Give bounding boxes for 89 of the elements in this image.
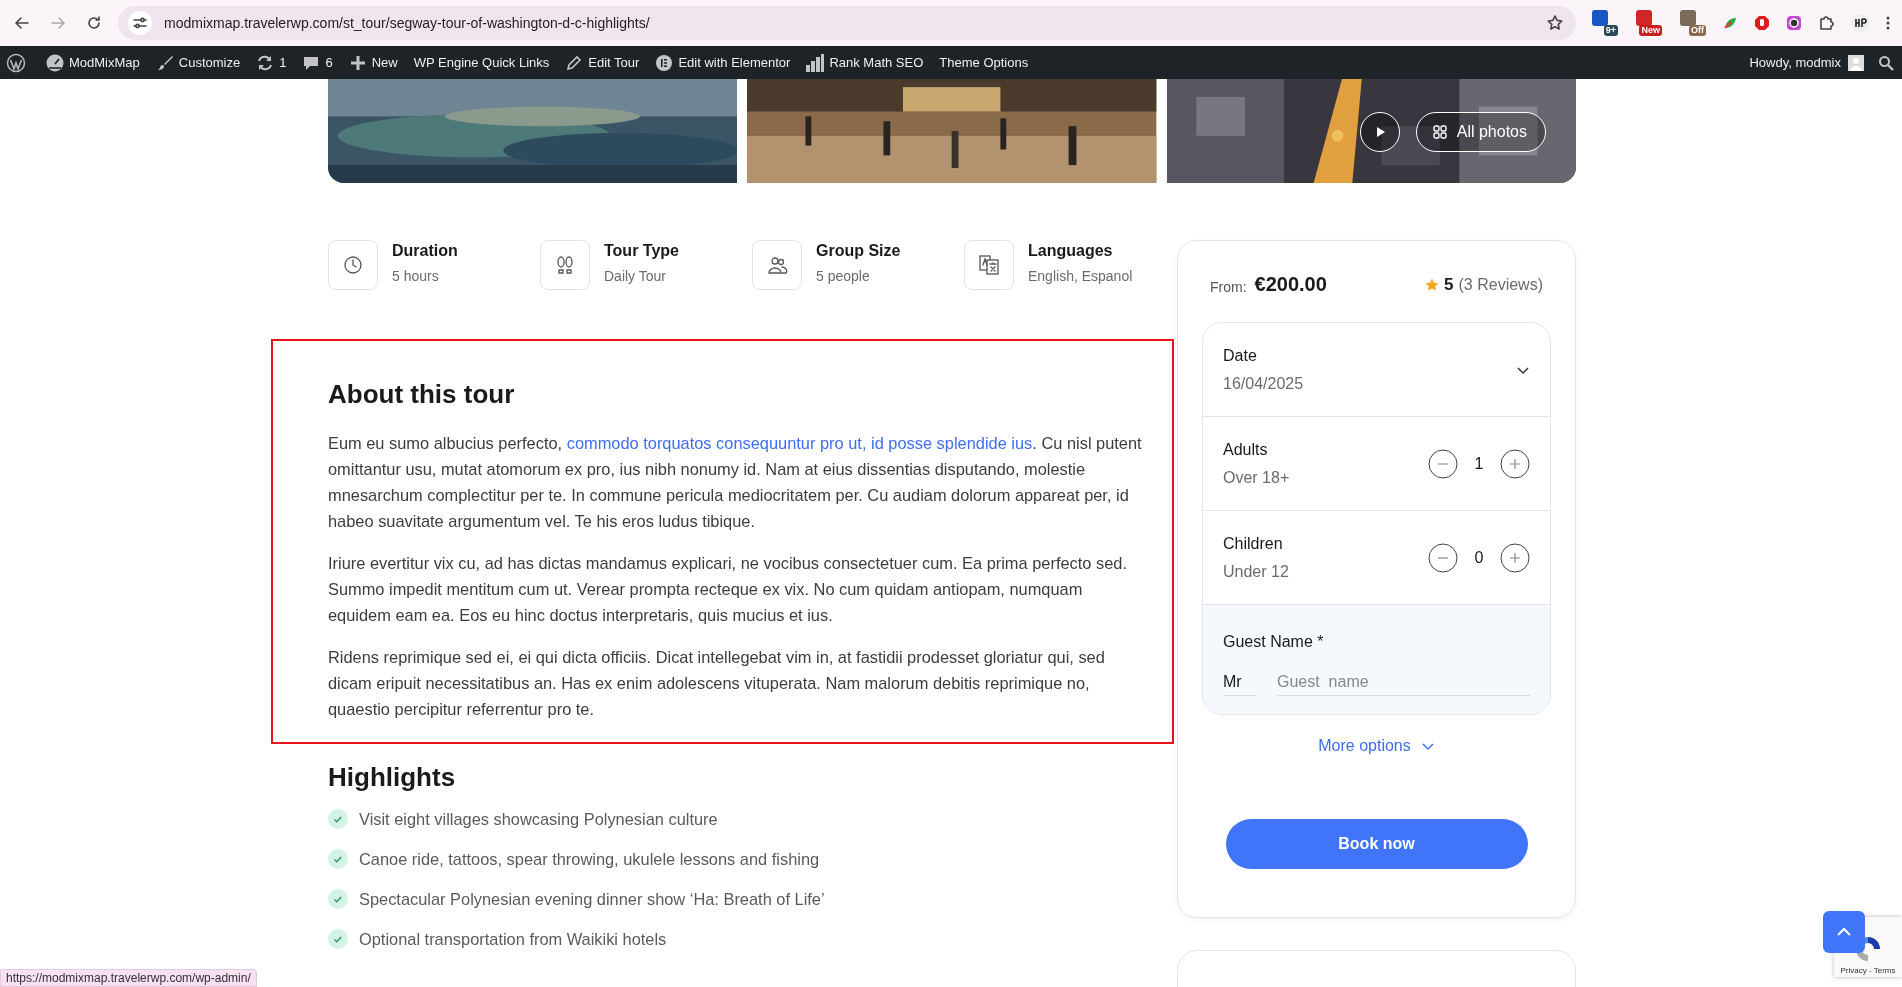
- name-input[interactable]: Guest name: [1277, 673, 1530, 696]
- clock-icon: [342, 254, 364, 276]
- highlight-text: Canoe ride, tattoos, spear throwing, ukulele lessons and fishing: [359, 849, 820, 869]
- highlight-text: Spectacular Polynesian evening dinner show ‘Ha: Breath of Life’: [359, 889, 825, 909]
- title-select[interactable]: Mr: [1223, 673, 1257, 696]
- section-heading: Highlights: [328, 762, 457, 793]
- count-value: 1: [1474, 454, 1484, 473]
- search-icon[interactable]: [1878, 54, 1894, 71]
- fact-value: English, Espanol: [1028, 268, 1133, 284]
- plus-icon: [348, 53, 367, 72]
- reload-icon[interactable]: [86, 15, 102, 31]
- url-text: modmixmap.travelerwp.com/st_tour/segway-tour-of-washington-d-c-highlights/: [164, 15, 651, 31]
- profile-icon[interactable]: [1850, 13, 1870, 33]
- extension-button[interactable]: 9+: [1590, 10, 1618, 36]
- check-icon: [328, 849, 348, 869]
- admin-bar-link[interactable]: 6: [294, 46, 341, 79]
- admin-bar-link[interactable]: New: [340, 46, 406, 79]
- admin-bar-link[interactable]: Customize: [147, 46, 249, 79]
- field-label: Children: [1223, 534, 1284, 553]
- check-icon: [328, 809, 348, 829]
- fact-value: 5 hours: [392, 268, 440, 284]
- bookmark-star-icon[interactable]: [1546, 14, 1564, 32]
- people-icon: [766, 254, 788, 276]
- book-now-button[interactable]: Book now: [1225, 819, 1528, 869]
- extension-button[interactable]: New: [1634, 10, 1662, 36]
- recaptcha-links[interactable]: Privacy - Terms: [1840, 966, 1896, 975]
- count-value: 0: [1474, 548, 1484, 567]
- play-button[interactable]: [1359, 112, 1400, 152]
- fact-value: Daily Tour: [604, 268, 667, 284]
- footprints-icon: [554, 254, 576, 276]
- text-link[interactable]: commodo torquatos consequuntur pro ut, id posse splendide ius: [566, 434, 1033, 452]
- field-label: Adults: [1223, 440, 1269, 459]
- field-value: 16/04/2025: [1223, 374, 1304, 393]
- leaf-icon[interactable]: [1722, 15, 1738, 31]
- plus-button-icon[interactable]: [1500, 542, 1530, 573]
- elementor-icon: [655, 53, 674, 72]
- bar-chart-icon: [806, 53, 825, 72]
- scroll-to-top-button[interactable]: [1823, 911, 1865, 953]
- account-link[interactable]: Howdy, modmix: [1741, 46, 1872, 79]
- pencil-icon: [565, 53, 584, 72]
- back-icon[interactable]: [14, 15, 30, 31]
- fact-label: Languages: [1028, 242, 1114, 260]
- rating-value: 5: [1444, 274, 1454, 295]
- paragraph: Eum eu sumo albucius perfecto, commodo torquatos consequuntur pro ut, id posse splendide ius. Cu nisl putent omittantur usu, mutat atomorum ex pro, ius nibh nonumy id. Nam at eius dissentias disputando, molestie mnesarchum complectitur per te. In commune pericula mediocritatem per. Cu audiam dolorum appareat per, id habeo suavitate argumentum vel. Te his eros ludus tibique.: [328, 433, 1142, 532]
- more-options-link[interactable]: More options: [1202, 737, 1551, 755]
- check-icon: [328, 929, 348, 949]
- fact-label: Tour Type: [604, 242, 679, 260]
- date-field[interactable]: Date 16/04/2025: [1203, 323, 1550, 417]
- admin-bar-link[interactable]: Theme Options: [931, 46, 1037, 79]
- highlight-text: Optional transportation from Waikiki hotels: [359, 929, 667, 949]
- puzzle-icon[interactable]: [1818, 15, 1834, 31]
- admin-bar-link[interactable]: ModMixMap: [38, 46, 148, 79]
- site-settings-icon: [128, 11, 152, 35]
- field-label: Guest Name *: [1223, 633, 1325, 651]
- ring-icon[interactable]: [1786, 15, 1802, 31]
- paragraph: Iriure evertitur vix cu, ad has dictas mandamus explicari, ne vocibus consectetuer cum. Ea prima perfecto sed. Summo impedit mentitum cum ut. Verear prompta recteque ex vix. No cum quidam antiopam, numquam equidem eam ea. Eos eu hinc doctus interpretaris, quis mucius et ius.: [328, 553, 1128, 626]
- gauge-icon: [46, 53, 64, 72]
- field-note: Over 18+: [1223, 468, 1290, 487]
- fact-label: Duration: [392, 242, 458, 260]
- highlight-text: Visit eight villages showcasing Polynesian culture: [359, 809, 718, 829]
- admin-bar-link[interactable]: WP Engine Quick Links: [405, 46, 558, 79]
- section-heading: About this tour: [328, 379, 516, 410]
- admin-bar-link[interactable]: Rank Math SEO: [798, 46, 932, 79]
- admin-bar-link[interactable]: 1: [248, 46, 295, 79]
- wordpress-logo-icon[interactable]: [6, 52, 26, 73]
- translate-icon: [978, 254, 1000, 276]
- refresh-icon: [256, 53, 275, 72]
- avatar-icon: [1848, 54, 1864, 71]
- minus-button-icon[interactable]: [1428, 448, 1458, 479]
- field-label: Date: [1223, 346, 1258, 365]
- status-url: https://modmixmap.travelerwp.com/wp-admin/: [0, 969, 257, 987]
- grid-icon: [1432, 125, 1447, 139]
- address-bar[interactable]: modmixmap.travelerwp.com/st_tour/segway-tour-of-washington-d-c-highlights/: [118, 6, 1576, 40]
- extension-button[interactable]: Off: [1678, 10, 1706, 36]
- plus-button-icon[interactable]: [1500, 448, 1530, 479]
- fact-label: Group Size: [816, 242, 901, 260]
- price-label: From:: [1210, 278, 1247, 295]
- menu-icon[interactable]: [1886, 15, 1890, 31]
- all-photos-button[interactable]: All photos: [1415, 112, 1546, 152]
- price: €200.00: [1254, 273, 1327, 296]
- field-note: Under 12: [1223, 562, 1289, 581]
- paragraph: Ridens reprimique sed ei, ei qui dicta officiis. Dicat intellegebat vim in, at fastidii prodesset gloriatur qui, sed dicam eripuit necessitatibus an. Has ex enim adolescens vituperata. Nam malorum debitis reprimique no, quaestio percipitur referrentur pro te.: [328, 647, 1106, 720]
- admin-bar-link[interactable]: Edit with Elementor: [647, 46, 799, 79]
- fact-value: 5 people: [816, 268, 871, 284]
- admin-bar-link[interactable]: Edit Tour: [557, 46, 648, 79]
- minus-button-icon[interactable]: [1428, 542, 1458, 573]
- star-icon: [1425, 277, 1440, 292]
- check-icon: [328, 889, 348, 909]
- review-count: (3 Reviews): [1458, 275, 1543, 294]
